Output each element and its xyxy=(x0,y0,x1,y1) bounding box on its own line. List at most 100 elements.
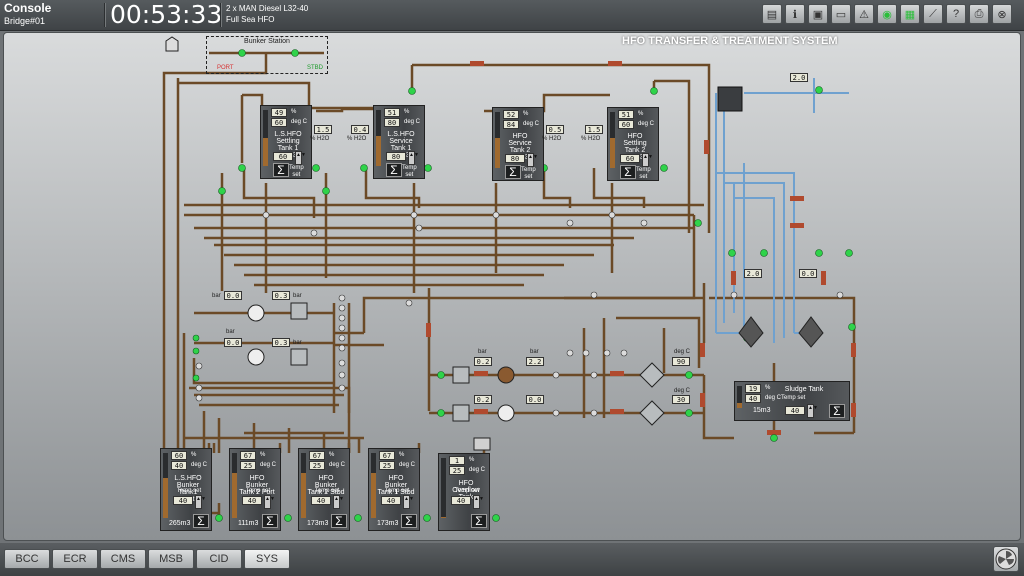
level-unit: % xyxy=(291,109,297,115)
bunker-station-title: Bunker Station xyxy=(244,38,290,45)
toolbar: ▤ ℹ ▣ ▭ ⚠ ◉ ▦ ⟋? ⎙ ⊗ xyxy=(762,4,1012,24)
tank-temp: 40 xyxy=(745,394,761,403)
tank-volume: 15m3 xyxy=(753,407,771,414)
water-content: 1.5 xyxy=(585,125,603,134)
setpoint-arrows[interactable]: ▲▼ xyxy=(264,495,275,509)
mimic-screen: HFO TRANSFER & TREATMENT SYSTEM Bunker S… xyxy=(3,32,1021,541)
level-track xyxy=(441,458,446,518)
water-content: 1.5 xyxy=(314,125,332,134)
tab-cms[interactable]: CMS xyxy=(100,549,146,569)
temp-unit: deg C xyxy=(523,121,540,127)
trend-icon[interactable]: ⟋ xyxy=(923,4,943,24)
water-unit: % H2O xyxy=(310,136,330,142)
sep1-discharge-pressure: 2.2 xyxy=(526,357,544,366)
help-icon[interactable]: ? xyxy=(946,4,966,24)
fan-button[interactable] xyxy=(993,546,1019,572)
station-name: Bridge#01 xyxy=(4,16,46,26)
tank-temp: 25 xyxy=(309,461,325,470)
temp-set-label: Temp set xyxy=(521,167,536,180)
tank-level: 1 xyxy=(449,456,465,465)
heater-icon: Σ xyxy=(505,165,521,179)
heater-icon: Σ xyxy=(620,165,636,179)
sep1-temp-label: deg C xyxy=(674,349,691,355)
level-fill xyxy=(371,473,376,518)
tab-cid[interactable]: CID xyxy=(196,549,242,569)
water-unit: % H2O xyxy=(581,136,601,142)
tab-msb[interactable]: MSB xyxy=(148,549,194,569)
temp-set-label: Temp set xyxy=(176,488,202,494)
temp-set-label: Temp set xyxy=(781,395,806,401)
tank-temp: 40 xyxy=(171,461,187,470)
top-tank: 51%80deg CL.S.HFO Service Tank 1 14m380▲… xyxy=(373,105,425,179)
print-icon[interactable]: ⎙ xyxy=(969,4,989,24)
setpoint-arrows[interactable]: ▲▼ xyxy=(642,153,653,167)
save-icon[interactable]: ▣ xyxy=(808,4,828,24)
level-unit: % xyxy=(399,452,405,458)
level-unit: % xyxy=(191,452,197,458)
pump2-discharge-pressure: 0.3 xyxy=(272,338,290,347)
setpoint-arrows[interactable]: ▲▼ xyxy=(333,495,344,509)
bunker-station: Bunker Station PORT STBD xyxy=(206,36,328,74)
heater-icon: Σ xyxy=(193,514,209,528)
temp-setpoint[interactable]: 80 xyxy=(505,154,525,163)
console-title: Console xyxy=(4,1,52,15)
fan-icon xyxy=(995,548,1017,570)
setpoint-arrows[interactable]: ▲▼ xyxy=(527,153,538,167)
temp-unit: deg C xyxy=(291,119,308,125)
tab-ecr[interactable]: ECR xyxy=(52,549,98,569)
level-fill xyxy=(441,517,446,518)
alarm-icon[interactable]: ⚠ xyxy=(854,4,874,24)
level-fill xyxy=(301,473,306,518)
setpoint-arrows[interactable]: ▲▼ xyxy=(403,495,414,509)
exit-icon[interactable]: ⊗ xyxy=(992,4,1012,24)
setpoint-arrows[interactable]: ▲▼ xyxy=(408,151,419,165)
tank-name: Sludge Tank xyxy=(784,386,824,393)
tank-volume: 111m3 xyxy=(238,520,259,527)
bottom-tank: 60%40deg CL.S.HFO Bunker Tank1 PortTemp … xyxy=(160,448,212,531)
pump1-suction-pressure: 0.0 xyxy=(224,291,242,300)
tank-volume: 265m3 xyxy=(169,520,191,527)
temp-unit: deg C xyxy=(469,467,486,473)
sludge-tank: 19% 40 deg C Sludge Tank Temp set 15m3 40 ▲▼ Σ xyxy=(734,381,850,421)
temp-setpoint[interactable]: 60 xyxy=(620,154,640,163)
water-unit: % H2O xyxy=(542,136,562,142)
sep1-temp: 90 xyxy=(672,357,690,366)
tank-level: 67 xyxy=(379,451,395,460)
water-content: 0.5 xyxy=(546,125,564,134)
temp-setpoint[interactable]: 80 xyxy=(386,152,406,161)
divider xyxy=(104,3,106,27)
temp-set-label: Temp set xyxy=(454,488,480,494)
tank-level: 67 xyxy=(240,451,256,460)
heater-icon: Σ xyxy=(262,514,278,528)
level-unit: % xyxy=(523,111,529,117)
document-icon[interactable]: ▦ xyxy=(900,4,920,24)
setpoint-arrows[interactable]: ▲▼ xyxy=(195,495,206,509)
temp-setpoint[interactable]: 40 xyxy=(242,496,262,505)
tab-sys[interactable]: SYS xyxy=(244,549,290,569)
monitor-icon[interactable]: ▭ xyxy=(831,4,851,24)
tank-temp: 25 xyxy=(240,461,256,470)
bottom-tank: 67% 25 deg C HFO Bunker Tank 2 Stbd Temp set… xyxy=(298,448,350,531)
top-bar: Console Bridge#01 00:53:33 2 x MAN Diese… xyxy=(0,0,1024,31)
tank-level: 52 xyxy=(503,110,519,119)
level-unit: % xyxy=(404,109,410,115)
tank-volume: 173m3 xyxy=(377,520,399,527)
temp-unit: deg C xyxy=(765,395,782,401)
eye-icon[interactable]: ◉ xyxy=(877,4,897,24)
temp-unit: deg C xyxy=(638,121,655,127)
setpoint-arrows[interactable]: ▲▼ xyxy=(473,495,484,509)
temp-setpoint[interactable]: 40 xyxy=(173,496,193,505)
temp-setpoint[interactable]: 40 xyxy=(785,406,805,415)
info-icon[interactable]: ℹ xyxy=(785,4,805,24)
heater-icon: Σ xyxy=(471,514,487,528)
dock-icon[interactable]: ▤ xyxy=(762,4,782,24)
tab-bcc[interactable]: BCC xyxy=(4,549,50,569)
temp-setpoint[interactable]: 60 xyxy=(273,152,293,161)
setpoint-arrows[interactable]: ▲▼ xyxy=(807,404,818,418)
bottom-tank: 67% 25 deg C HFO Bunker Tank 1 Stbd Temp set… xyxy=(368,448,420,531)
temp-setpoint[interactable]: 40 xyxy=(451,496,471,505)
temp-setpoint[interactable]: 40 xyxy=(311,496,331,505)
temp-setpoint[interactable]: 40 xyxy=(381,496,401,505)
temp-set-label: Temp set xyxy=(245,488,271,494)
setpoint-arrows[interactable]: ▲▼ xyxy=(295,151,306,165)
